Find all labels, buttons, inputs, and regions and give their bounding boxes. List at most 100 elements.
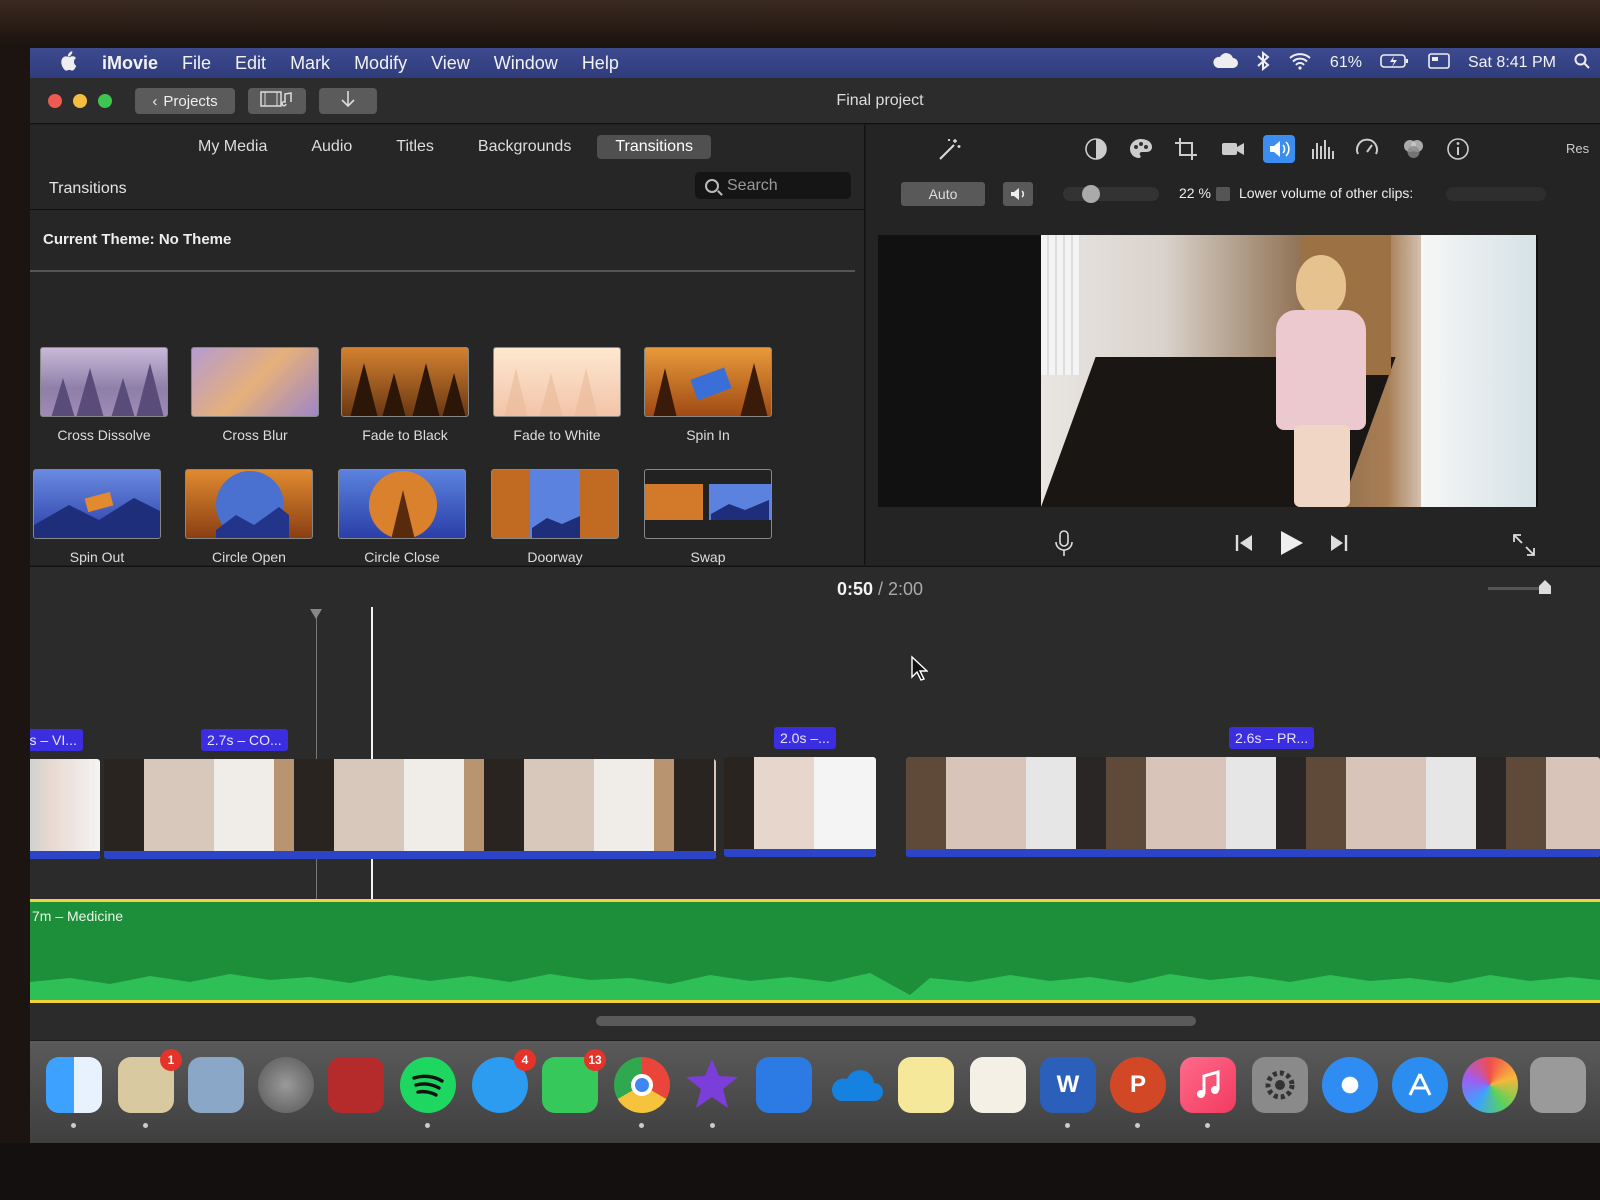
person-head — [1296, 255, 1346, 315]
menu-help[interactable]: Help — [582, 53, 619, 74]
clip-audio-strip — [104, 851, 716, 859]
transition-tile[interactable]: Cross Dissolve — [40, 347, 168, 443]
notes-icon[interactable] — [898, 1057, 954, 1113]
spin-in-thumbnail — [644, 347, 772, 417]
safari-icon[interactable] — [1322, 1057, 1378, 1113]
spotify-icon[interactable] — [400, 1057, 456, 1113]
photo-booth-icon[interactable] — [328, 1057, 384, 1113]
battery-charging-icon[interactable] — [1380, 53, 1410, 74]
transition-marker-label[interactable]: 2.6s – PR... — [1229, 727, 1315, 749]
color-palette-icon[interactable] — [1128, 137, 1152, 161]
menu-mark[interactable]: Mark — [290, 53, 330, 74]
play-icon[interactable] — [1278, 529, 1304, 562]
menu-view[interactable]: View — [431, 53, 470, 74]
tab-my-media[interactable]: My Media — [180, 135, 285, 159]
transition-tile[interactable]: Circle Open — [185, 469, 313, 565]
messages-badge: 4 — [514, 1049, 536, 1071]
transition-marker-label[interactable]: 2.4s – VI... — [30, 729, 83, 751]
facetime-icon[interactable]: 13 — [542, 1049, 606, 1113]
imovie-icon[interactable] — [684, 1057, 740, 1113]
menu-window[interactable]: Window — [494, 53, 558, 74]
screenshot-icon[interactable] — [1530, 1057, 1586, 1113]
search-icon — [705, 178, 719, 193]
facetime-badge: 13 — [584, 1049, 606, 1071]
search-field[interactable]: Search — [695, 172, 851, 199]
video-clip[interactable] — [906, 757, 1600, 857]
clip-filter-icon[interactable] — [1401, 137, 1425, 161]
pages-icon[interactable] — [970, 1057, 1026, 1113]
transition-tile[interactable]: Fade to Black — [341, 347, 469, 443]
menu-imovie[interactable]: iMovie — [102, 53, 158, 74]
timeline-horizontal-scrollbar[interactable] — [596, 1016, 1196, 1026]
bluetooth-icon[interactable] — [1256, 50, 1270, 76]
launchpad-icon[interactable] — [258, 1057, 314, 1113]
zoom-slider-knob-icon[interactable] — [1538, 579, 1552, 600]
fullscreen-icon[interactable] — [1512, 533, 1536, 562]
photos-icon[interactable] — [1462, 1057, 1518, 1113]
photo-bezel-top — [0, 0, 1600, 48]
icloud-icon[interactable] — [1212, 52, 1238, 74]
apple-menu-icon[interactable] — [48, 50, 88, 76]
video-clip[interactable] — [30, 759, 100, 859]
transition-tile[interactable]: Spin Out — [33, 469, 161, 565]
transition-tile[interactable]: Spin In — [644, 347, 772, 443]
word-icon[interactable]: W — [1040, 1057, 1096, 1113]
app-store-icon[interactable] — [1392, 1057, 1448, 1113]
speed-gauge-icon[interactable] — [1355, 137, 1379, 161]
background-music-track[interactable]: 7m – Medicine — [30, 899, 1600, 1003]
wifi-icon[interactable] — [1288, 52, 1312, 75]
messages-icon[interactable]: 4 — [472, 1049, 536, 1113]
crop-icon[interactable] — [1174, 137, 1198, 161]
equalizer-icon[interactable] — [1310, 137, 1334, 161]
info-icon[interactable] — [1446, 137, 1470, 161]
mute-button[interactable] — [1003, 182, 1033, 206]
clock[interactable]: Sat 8:41 PM — [1468, 54, 1556, 72]
tab-transitions[interactable]: Transitions — [597, 135, 711, 159]
spotlight-search-icon[interactable] — [1574, 53, 1590, 74]
volume-slider[interactable] — [1063, 185, 1159, 203]
total-duration: 2:00 — [888, 579, 924, 599]
menu-modify[interactable]: Modify — [354, 53, 407, 74]
system-preferences-icon[interactable] — [1252, 1057, 1308, 1113]
magic-wand-icon[interactable] — [936, 137, 961, 161]
color-balance-icon[interactable] — [1084, 137, 1108, 161]
running-indicator — [143, 1123, 148, 1128]
reset-all-button[interactable]: Res — [1566, 141, 1589, 156]
auto-volume-button[interactable]: Auto — [901, 182, 985, 206]
powerpoint-icon[interactable]: P — [1110, 1057, 1166, 1113]
transition-tile[interactable]: Doorway — [491, 469, 619, 565]
preview-icon[interactable] — [188, 1057, 244, 1113]
menu-edit[interactable]: Edit — [235, 53, 266, 74]
transition-tile[interactable]: Cross Blur — [191, 347, 319, 443]
music-icon[interactable] — [1180, 1057, 1236, 1113]
transition-marker-label[interactable]: 2.7s – CO... — [201, 729, 288, 751]
mail-icon[interactable]: 1 — [118, 1049, 182, 1113]
skip-back-icon[interactable] — [1234, 533, 1254, 558]
tab-audio[interactable]: Audio — [293, 135, 370, 159]
stabilization-camera-icon[interactable] — [1220, 137, 1244, 161]
keynote-icon[interactable] — [756, 1057, 812, 1113]
timeline-zoom-slider[interactable] — [1488, 580, 1551, 594]
video-clip[interactable] — [104, 759, 716, 859]
battery-percent[interactable]: 61% — [1330, 54, 1362, 72]
skip-forward-icon[interactable] — [1329, 533, 1349, 558]
photo-bezel-bottom — [0, 1143, 1600, 1200]
video-clip[interactable] — [724, 757, 876, 857]
tab-titles[interactable]: Titles — [378, 135, 452, 159]
tab-backgrounds[interactable]: Backgrounds — [460, 135, 589, 159]
finder-icon[interactable] — [46, 1057, 102, 1113]
transition-label: Fade to White — [513, 427, 601, 443]
display-icon[interactable] — [1428, 52, 1450, 74]
transition-tile[interactable]: Circle Close — [338, 469, 466, 565]
menu-file[interactable]: File — [182, 53, 211, 74]
lower-volume-checkbox[interactable] — [1216, 187, 1230, 201]
transition-marker-label[interactable]: 2.0s –... — [774, 727, 836, 749]
volume-tool-icon[interactable] — [1263, 135, 1295, 163]
transition-tile[interactable]: Swap — [644, 469, 772, 565]
chrome-icon[interactable] — [614, 1057, 670, 1113]
transition-tile[interactable]: Fade to White — [493, 347, 621, 443]
lower-volume-slider[interactable] — [1446, 187, 1546, 201]
onedrive-icon[interactable] — [828, 1057, 884, 1113]
volume-slider-knob[interactable] — [1082, 185, 1101, 203]
microphone-icon[interactable] — [1054, 530, 1074, 563]
